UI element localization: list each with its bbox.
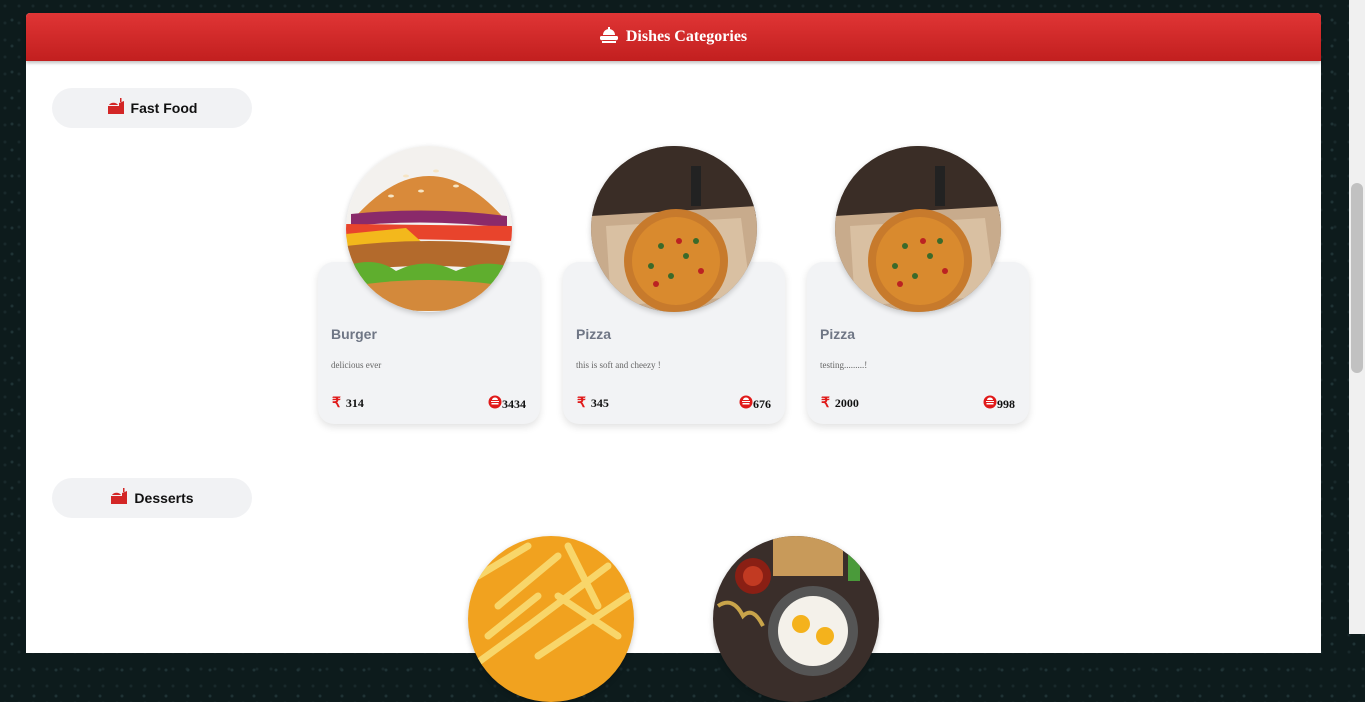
dish-icon [599,26,619,48]
dish-description: testing.........! [820,360,868,370]
dish-name: Pizza [820,326,856,342]
order-count-icon [488,395,502,413]
dish-count: 998 [983,395,1015,413]
category-tab-desserts[interactable]: Desserts [52,478,252,518]
rupee-icon: ₹ [332,396,341,411]
dish-price: ₹345 [577,395,609,412]
dish-count-value: 676 [753,396,771,411]
scrollbar-thumb[interactable] [1351,183,1363,373]
burger-image [346,146,512,312]
dish-description: this is soft and cheezy ! [576,360,661,370]
dish-price: ₹314 [332,395,364,412]
dish-price-value: 2000 [834,396,859,410]
pizza-image [591,146,757,312]
dish-name: Burger [331,326,377,342]
pizza-image [835,146,1001,312]
breakfast-image [713,536,879,702]
food-category-icon [110,487,128,509]
dish-price: ₹2000 [821,395,859,412]
order-count-icon [739,395,753,413]
page-scrollbar[interactable] [1349,0,1365,634]
dishes-panel: Dishes Categories Fast Food Burger delic… [26,13,1321,702]
page-header: Dishes Categories [26,13,1321,61]
dish-price-value: 345 [590,396,609,410]
dish-description: delicious ever [331,360,382,370]
dish-name: Pizza [576,326,612,342]
fries-image [468,536,634,702]
dish-count: 3434 [488,395,526,413]
dish-count-value: 998 [997,396,1015,411]
rupee-icon: ₹ [577,396,586,411]
category-label: Desserts [134,490,194,506]
order-count-icon [983,395,997,413]
category-label: Fast Food [130,100,198,116]
rupee-icon: ₹ [821,396,830,411]
category-tab-fast-food[interactable]: Fast Food [52,88,252,128]
dish-count-value: 3434 [502,396,526,411]
dish-count: 676 [739,395,771,413]
page-title: Dishes Categories [625,28,748,45]
food-category-icon [107,97,125,119]
dish-price-value: 314 [345,396,364,410]
